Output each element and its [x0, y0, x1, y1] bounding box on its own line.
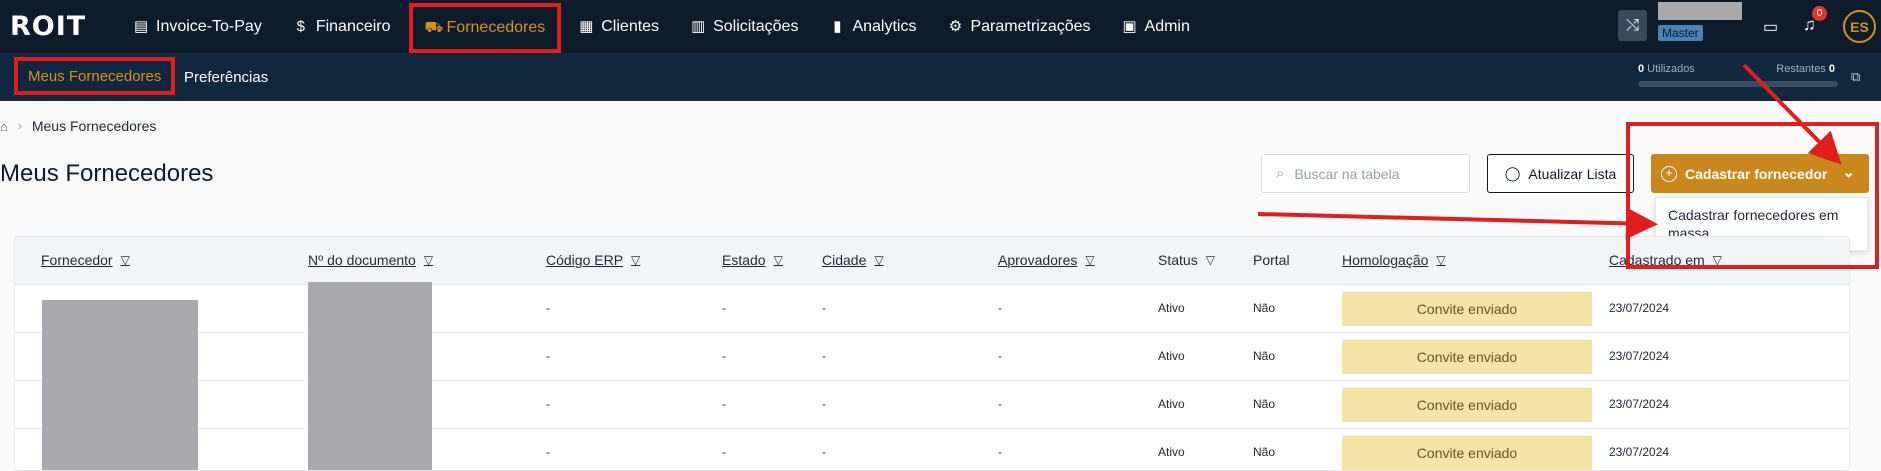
- refresh-icon: ◯: [1504, 165, 1521, 181]
- suppliers-table: Fornecedor ▽ Nº do documento ▽ Código ERP ▽…: [14, 236, 1850, 471]
- status-badge: Convite enviado: [1342, 436, 1592, 470]
- table-header: Fornecedor ▽ Nº do documento ▽ Código ERP ▽…: [15, 237, 1849, 285]
- table-search[interactable]: ⌕: [1261, 154, 1470, 193]
- nav-label: Invoice-To-Pay: [156, 17, 262, 35]
- col-homologacao[interactable]: Homologação ▽: [1342, 252, 1446, 268]
- refresh-list-button[interactable]: ◯ Atualizar Lista: [1487, 154, 1634, 193]
- col-cidade[interactable]: Cidade ▽: [822, 252, 884, 268]
- status-badge: Convite enviado: [1342, 292, 1592, 326]
- roit-logo[interactable]: ROIT: [10, 11, 86, 42]
- usage-used: 0 Utilizados: [1638, 63, 1695, 75]
- breadcrumb: ⌂ › Meus Fornecedores: [0, 118, 156, 134]
- avatar[interactable]: ES: [1843, 10, 1876, 43]
- search-icon: ⌕: [1276, 165, 1285, 182]
- annotation-highlight-box: [1626, 122, 1879, 269]
- filter-icon: ▽: [120, 253, 130, 267]
- switch-company-button[interactable]: ⤭: [1618, 10, 1647, 41]
- clipboard-icon: ▥: [691, 17, 706, 35]
- breadcrumb-current: Meus Fornecedores: [31, 118, 157, 134]
- external-link-icon[interactable]: ⧉: [1851, 69, 1860, 85]
- chart-icon: ▮: [833, 17, 842, 35]
- gear-icon: ⚙: [948, 17, 963, 35]
- invoice-icon: ▤: [134, 17, 149, 35]
- top-navbar: ROIT ▤ Invoice-To-Pay $ Financeiro ⛟ For…: [0, 0, 1881, 53]
- chevron-right-icon: ›: [17, 119, 22, 133]
- refresh-label: Atualizar Lista: [1528, 165, 1617, 182]
- nav-label: Fornecedores: [446, 18, 546, 36]
- chat-icon[interactable]: ▭: [1763, 17, 1778, 37]
- dollar-icon: $: [296, 17, 305, 35]
- col-portal[interactable]: Portal: [1253, 252, 1290, 268]
- page-title: Meus Fornecedores: [0, 160, 214, 187]
- table-row[interactable]: - - - - Ativo Não Convite enviado 23/07/…: [15, 381, 1849, 429]
- sub-navbar: Meus Fornecedores Preferências: [0, 53, 1881, 101]
- nav-label: Clientes: [601, 17, 660, 35]
- col-aprovadores[interactable]: Aprovadores ▽: [998, 252, 1095, 268]
- col-status[interactable]: Status ▽: [1158, 252, 1215, 268]
- usage-meter: 0 Utilizados Restantes 0: [1638, 63, 1838, 87]
- filter-icon: ▽: [1205, 253, 1215, 267]
- filter-icon: ▽: [773, 253, 783, 267]
- user-name-redacted: [1658, 2, 1742, 20]
- truck-icon: ⛟: [424, 18, 444, 36]
- nav-item-admin[interactable]: ▣ Admin: [1109, 0, 1204, 53]
- nav-label: Analytics: [852, 17, 917, 35]
- subnav-preferencias[interactable]: Preferências: [184, 53, 268, 101]
- nav-item-analytics[interactable]: ▮ Analytics: [816, 0, 930, 53]
- nav-item-invoice-to-pay[interactable]: ▤ Invoice-To-Pay: [120, 0, 276, 53]
- building-icon: ▦: [579, 17, 594, 35]
- table-row[interactable]: - - - - Ativo Não Convite enviado 23/07/…: [15, 333, 1849, 381]
- role-badge: Master: [1658, 25, 1703, 41]
- table-row[interactable]: - - - - Ativo Não Convite enviado 23/07/…: [15, 429, 1849, 470]
- redacted-supplier-names: [42, 300, 198, 470]
- nav-label: Admin: [1144, 17, 1190, 35]
- filter-icon: ▽: [1436, 253, 1446, 267]
- nav-item-solicitacoes[interactable]: ▥ Solicitações: [677, 0, 812, 53]
- filter-icon: ▽: [631, 253, 641, 267]
- table-row[interactable]: - - - - Ativo Não Convite enviado 23/07/…: [15, 285, 1849, 333]
- notification-count-badge: 0: [1812, 6, 1827, 21]
- col-fornecedor[interactable]: Fornecedor ▽: [41, 252, 130, 268]
- filter-icon: ▽: [874, 253, 884, 267]
- nav-label: Solicitações: [713, 17, 799, 35]
- status-badge: Convite enviado: [1342, 388, 1592, 422]
- status-badge: Convite enviado: [1342, 340, 1592, 374]
- subnav-meus-fornecedores[interactable]: Meus Fornecedores: [14, 57, 176, 95]
- nav-label: Parametrizações: [970, 17, 1091, 35]
- nav-item-financeiro[interactable]: $ Financeiro: [280, 0, 405, 53]
- col-estado[interactable]: Estado ▽: [722, 252, 783, 268]
- col-documento[interactable]: Nº do documento ▽: [308, 252, 433, 268]
- shuffle-icon: ⤭: [1626, 16, 1639, 34]
- filter-icon: ▽: [1085, 253, 1095, 267]
- nav-item-parametrizacoes[interactable]: ⚙ Parametrizações: [934, 0, 1104, 53]
- nav-item-fornecedores[interactable]: ⛟ Fornecedores: [408, 2, 562, 53]
- filter-icon: ▽: [423, 253, 434, 267]
- redacted-document-numbers: [308, 282, 432, 470]
- admin-icon: ▣: [1122, 17, 1137, 35]
- usage-progress-bar: [1638, 81, 1838, 87]
- search-input[interactable]: [1294, 165, 1455, 182]
- col-codigo-erp[interactable]: Código ERP ▽: [546, 252, 640, 268]
- home-icon[interactable]: ⌂: [0, 119, 8, 134]
- arrow-to-dropdown: [1257, 207, 1658, 240]
- nav-label: Financeiro: [315, 17, 391, 35]
- usage-remaining: Restantes 0: [1776, 63, 1835, 75]
- main-nav: ▤ Invoice-To-Pay $ Financeiro ⛟ Forneced…: [120, 0, 1208, 53]
- nav-item-clientes[interactable]: ▦ Clientes: [565, 0, 673, 53]
